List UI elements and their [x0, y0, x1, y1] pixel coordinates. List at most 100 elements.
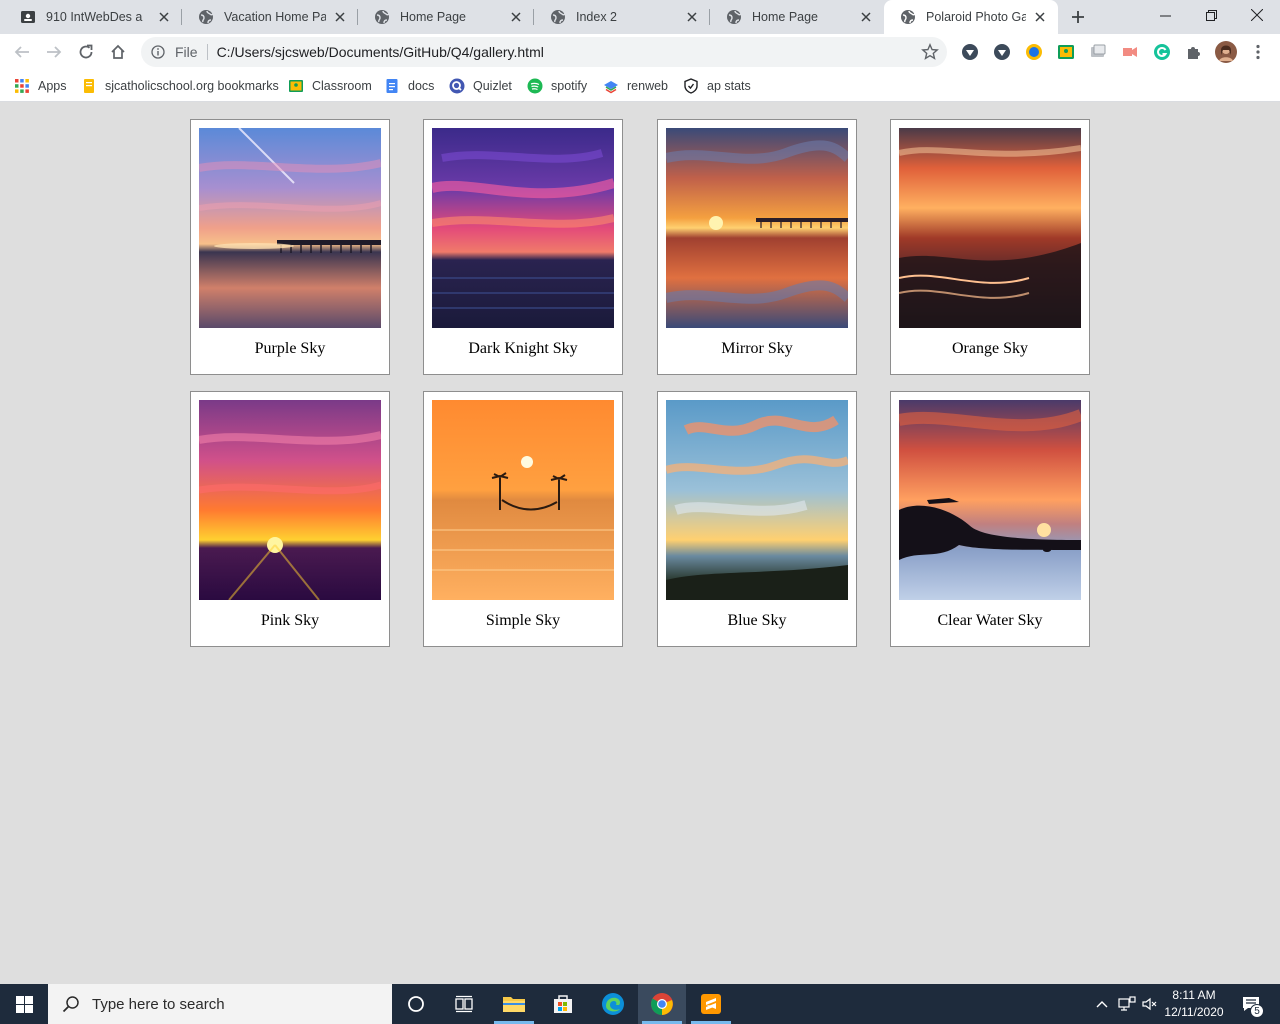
home-icon — [111, 44, 125, 59]
polaroid-card: Dark Knight Sky — [423, 119, 623, 375]
bookmark-apps[interactable]: Apps — [14, 76, 67, 96]
tab-index-2[interactable]: Index 2 — [534, 0, 710, 34]
bookmarks-bar: Apps sjcatholicschool.org bookmarks Clas… — [0, 70, 1280, 102]
tab-polaroid-photo-gallery[interactable]: Polaroid Photo Gallery — [884, 0, 1058, 34]
bookmark-ap-stats[interactable]: ap stats — [683, 76, 751, 96]
url-text[interactable]: C:/Users/sjcsweb/Documents/GitHub/Q4/gal… — [217, 44, 544, 60]
microsoft-store-button[interactable] — [539, 984, 587, 1024]
reload-button[interactable] — [74, 40, 98, 64]
photo-simple-sky — [432, 400, 614, 600]
bookmark-sjcatholicschool[interactable]: sjcatholicschool.org bookmarks — [81, 76, 279, 96]
chrome-button[interactable] — [638, 984, 686, 1024]
tray-chevron-button[interactable] — [1092, 984, 1112, 1024]
start-button[interactable] — [0, 984, 48, 1024]
omnibox-divider — [206, 44, 208, 60]
bookmark-renweb[interactable]: renweb — [603, 76, 668, 96]
photo-caption: Simple Sky — [485, 612, 561, 629]
back-button[interactable] — [10, 40, 34, 64]
new-tab-button[interactable] — [1068, 7, 1088, 27]
tab-title: 910 IntWebDes a — [46, 10, 143, 24]
reload-icon — [79, 44, 93, 59]
extension-screen-icon[interactable] — [1089, 43, 1107, 61]
photo-caption: Purple Sky — [254, 340, 326, 357]
bookmark-spotify[interactable]: spotify — [527, 76, 587, 96]
restore-button[interactable] — [1188, 0, 1234, 30]
home-button[interactable] — [106, 40, 130, 64]
close-icon[interactable] — [684, 9, 700, 25]
classroom-icon — [289, 80, 303, 92]
edge-button[interactable] — [589, 984, 637, 1024]
clock-date: 12/11/2020 — [1164, 1005, 1224, 1019]
photo-orange-sky — [899, 128, 1081, 328]
tab-intwebdes[interactable]: 910 IntWebDes a — [4, 0, 182, 34]
quizlet-icon — [449, 78, 465, 94]
system-clock[interactable]: 8:11 AM 12/11/2020 — [1158, 987, 1230, 1021]
tab-home-page-1[interactable]: Home Page — [358, 0, 534, 34]
polaroid-card: Clear Water Sky — [890, 391, 1090, 647]
classroom-icon — [21, 11, 35, 23]
photo-caption: Mirror Sky — [721, 340, 793, 357]
extension-compass-icon[interactable] — [1025, 43, 1043, 61]
apps-grid-icon — [15, 79, 29, 93]
network-button[interactable] — [1116, 984, 1138, 1024]
extension-shield-icon[interactable] — [961, 43, 979, 61]
tab-vacation-home-page[interactable]: Vacation Home Page — [182, 0, 358, 34]
close-icon[interactable] — [156, 9, 172, 25]
extension-grammarly-icon[interactable] — [1153, 43, 1171, 61]
bookmark-label: spotify — [551, 79, 588, 93]
taskbar-search-box[interactable]: Type here to search — [48, 984, 392, 1024]
close-window-button[interactable] — [1234, 0, 1280, 30]
forward-button[interactable] — [42, 40, 66, 64]
extension-record-icon[interactable] — [1121, 43, 1139, 61]
edge-icon — [602, 993, 624, 1015]
bookmark-label: renweb — [627, 79, 668, 93]
bookmark-label: ap stats — [707, 79, 751, 93]
windows-logo-icon — [15, 995, 33, 1013]
photo-caption: Clear Water Sky — [937, 612, 1043, 629]
globe-icon — [199, 10, 214, 24]
minimize-button[interactable] — [1142, 0, 1188, 30]
avatar[interactable] — [1215, 41, 1237, 63]
sublime-text-button[interactable] — [687, 984, 735, 1024]
close-icon[interactable] — [332, 9, 348, 25]
task-view-button[interactable] — [440, 984, 488, 1024]
cortana-button[interactable] — [392, 984, 440, 1024]
bookmark-classroom[interactable]: Classroom — [288, 76, 372, 96]
menu-kebab-icon[interactable] — [1249, 43, 1267, 61]
extension-shield-icon[interactable] — [993, 43, 1011, 61]
puzzle-icon[interactable] — [1185, 43, 1203, 61]
tab-title: Home Page — [400, 10, 467, 24]
photo-purple-sky — [199, 128, 381, 328]
photo-dark-knight-sky — [432, 128, 614, 328]
photo-caption: Pink Sky — [260, 612, 320, 629]
polaroid-card: Mirror Sky — [657, 119, 857, 375]
folder-icon — [84, 79, 94, 93]
notification-badge: 5 — [1250, 1004, 1264, 1018]
action-center-button[interactable]: 5 — [1236, 984, 1266, 1024]
spotify-icon — [527, 78, 543, 94]
bookmark-quizlet[interactable]: Quizlet — [449, 76, 512, 96]
info-icon[interactable] — [151, 45, 165, 59]
address-bar[interactable]: File C:/Users/sjcsweb/Documents/GitHub/Q… — [141, 37, 947, 67]
bookmark-label: sjcatholicschool.org bookmarks — [105, 79, 279, 93]
search-icon — [62, 996, 79, 1013]
star-icon[interactable] — [921, 43, 939, 61]
bookmark-docs[interactable]: docs — [384, 76, 434, 96]
tab-title: Index 2 — [576, 10, 618, 24]
file-explorer-button[interactable] — [490, 984, 538, 1024]
arrow-right-icon — [47, 46, 62, 58]
browser-toolbar: File C:/Users/sjcsweb/Documents/GitHub/Q… — [0, 34, 1280, 70]
close-icon — [1251, 9, 1263, 21]
arrow-left-icon — [14, 46, 29, 58]
close-icon[interactable] — [858, 9, 874, 25]
photo-clear-water-sky — [899, 400, 1081, 600]
bookmark-label: Classroom — [312, 79, 372, 93]
extension-classroom-icon[interactable] — [1057, 43, 1075, 61]
photo-pink-sky — [199, 400, 381, 600]
close-icon[interactable] — [508, 9, 524, 25]
close-icon[interactable] — [1032, 9, 1048, 25]
tab-home-page-2[interactable]: Home Page — [710, 0, 884, 34]
volume-button[interactable] — [1140, 984, 1160, 1024]
globe-icon — [375, 10, 390, 24]
sublime-icon — [701, 994, 721, 1014]
